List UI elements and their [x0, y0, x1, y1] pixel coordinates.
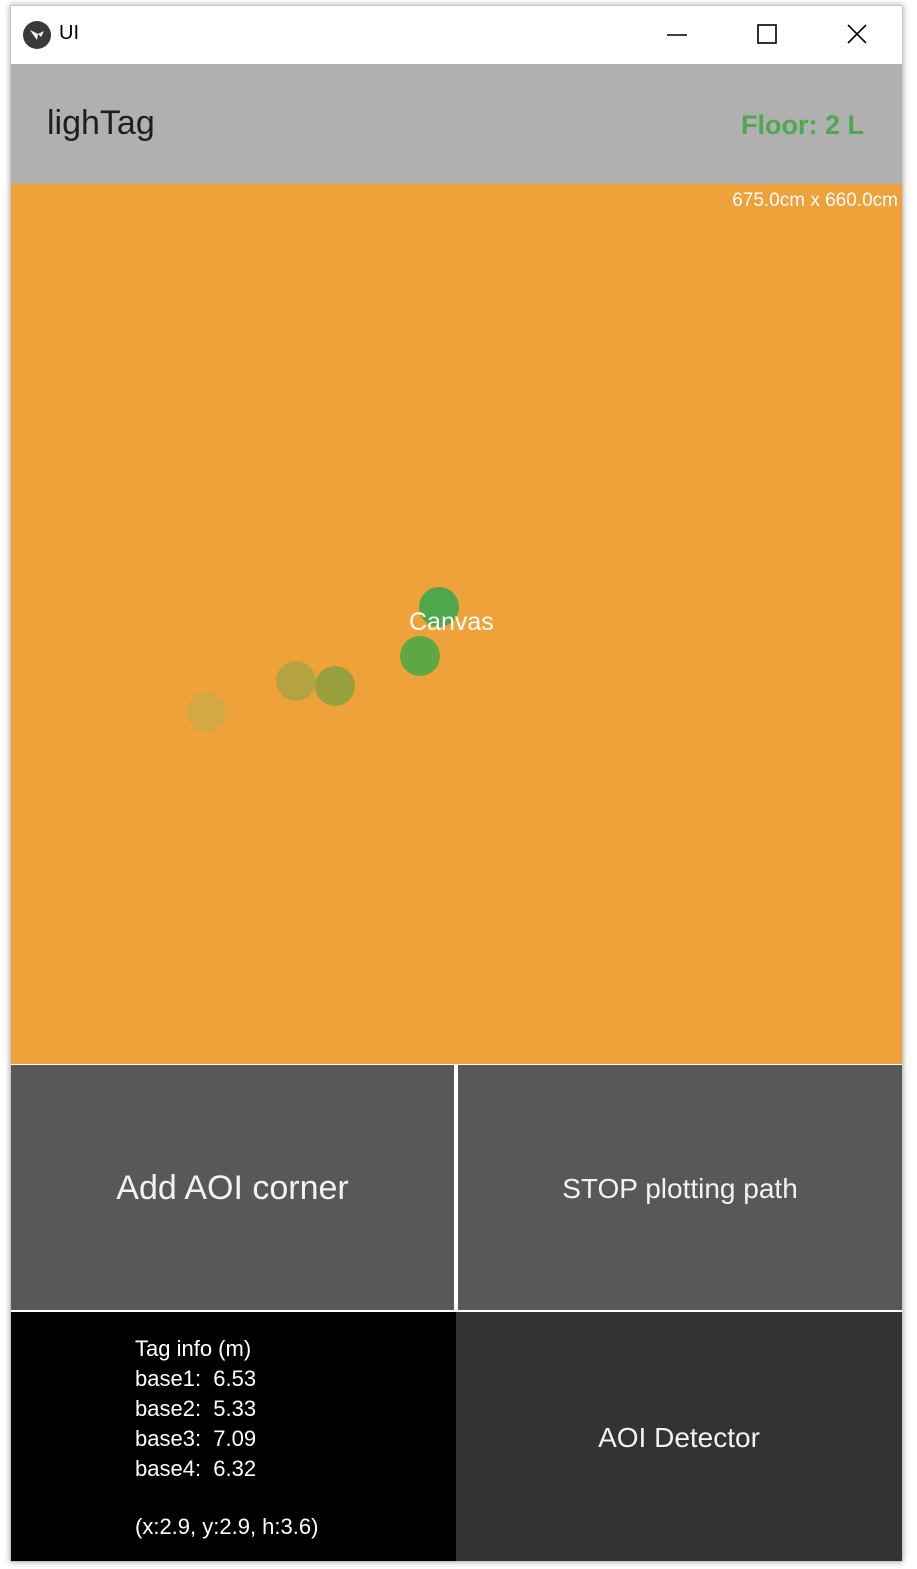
close-icon	[847, 24, 867, 44]
app-window: UI lighTag Floor: 2 L 675.0cm x 660.0cm …	[10, 5, 903, 1562]
stop-plotting-button[interactable]: STOP plotting path	[458, 1065, 902, 1310]
path-point	[186, 692, 226, 732]
base-label: base2:	[135, 1396, 202, 1421]
base-value: 6.32	[213, 1456, 257, 1481]
maximize-icon	[757, 24, 777, 44]
floor-canvas[interactable]: 675.0cm x 660.0cm Canvas	[11, 184, 902, 1064]
path-point	[315, 666, 355, 706]
minimize-icon	[667, 34, 687, 36]
window-title: UI	[59, 22, 79, 44]
kivy-logo-icon	[23, 21, 51, 49]
app-name: lighTag	[47, 104, 155, 142]
canvas-label: Canvas	[409, 608, 494, 636]
path-point	[276, 661, 316, 701]
base-row: base3: 7.09	[135, 1424, 256, 1454]
base-row: base1: 6.53	[135, 1364, 256, 1394]
stop-plotting-label: STOP plotting path	[562, 1173, 798, 1204]
add-aoi-corner-label: Add AOI corner	[116, 1169, 349, 1207]
base-row: base4: 6.32	[135, 1454, 256, 1484]
minimize-button[interactable]	[631, 6, 721, 64]
maximize-button[interactable]	[721, 6, 811, 64]
base-label: base3:	[135, 1426, 202, 1451]
tag-coordinates: (x:2.9, y:2.9, h:3.6)	[135, 1514, 319, 1539]
app-header: lighTag Floor: 2 L	[11, 64, 902, 184]
base-row: base2: 5.33	[135, 1394, 256, 1424]
close-button[interactable]	[811, 6, 901, 64]
aoi-detector-button[interactable]: AOI Detector	[456, 1312, 902, 1561]
aoi-detector-label: AOI Detector	[598, 1422, 760, 1453]
floor-label: Floor: 2 L	[741, 110, 864, 140]
add-aoi-corner-button[interactable]: Add AOI corner	[11, 1065, 454, 1310]
base-value: 6.53	[213, 1366, 257, 1391]
base-value: 5.33	[213, 1396, 257, 1421]
path-point	[400, 636, 440, 676]
base-label: base1:	[135, 1366, 202, 1391]
base-label: base4:	[135, 1456, 202, 1481]
title-bar[interactable]: UI	[11, 6, 902, 64]
app-content: lighTag Floor: 2 L 675.0cm x 660.0cm Can…	[11, 64, 902, 1561]
base-value: 7.09	[213, 1426, 257, 1451]
tag-info-panel: Tag info (m) base1: 6.53 base2: 5.33 bas…	[11, 1312, 456, 1561]
tag-info-heading: Tag info (m)	[135, 1336, 252, 1361]
canvas-size-label: 675.0cm x 660.0cm	[732, 190, 898, 211]
